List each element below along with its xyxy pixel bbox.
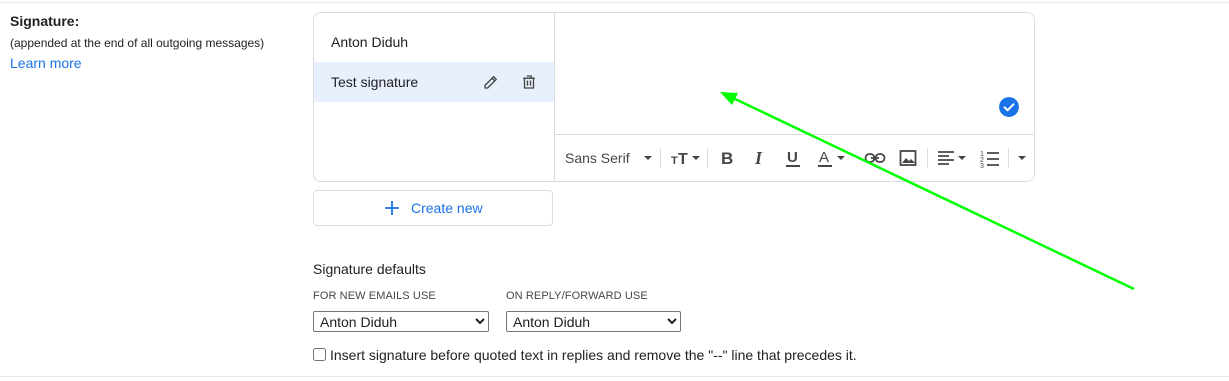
- reply-forward-label: ON REPLY/FORWARD USE: [506, 290, 648, 302]
- formatting-toolbar: Sans Serif T T B I U A 1 2 3: [555, 134, 1034, 181]
- toolbar-divider: [660, 148, 661, 168]
- font-select[interactable]: Sans Serif: [565, 147, 630, 169]
- svg-text:T: T: [678, 151, 688, 168]
- bold-icon[interactable]: B: [719, 147, 737, 169]
- text-color-icon[interactable]: A: [816, 147, 850, 169]
- create-new-label: Create new: [411, 200, 483, 216]
- insert-signature-checkbox[interactable]: [313, 348, 326, 361]
- more-options-icon[interactable]: [1015, 147, 1029, 169]
- svg-text:U: U: [787, 149, 798, 166]
- link-icon[interactable]: [864, 147, 886, 169]
- check-circle-icon: [999, 97, 1019, 117]
- svg-text:I: I: [754, 148, 763, 168]
- svg-text:A: A: [819, 149, 829, 166]
- underline-icon[interactable]: U: [784, 147, 802, 169]
- signature-section-title: Signature:: [10, 13, 80, 29]
- signature-section-subtitle: (appended at the end of all outgoing mes…: [10, 36, 265, 50]
- toolbar-divider: [707, 148, 708, 168]
- font-dropdown-icon[interactable]: [643, 147, 653, 169]
- create-new-button[interactable]: Create new: [313, 190, 553, 226]
- signature-defaults-title: Signature defaults: [313, 261, 426, 277]
- image-icon[interactable]: [898, 147, 918, 169]
- align-icon[interactable]: [936, 147, 970, 169]
- font-select-label: Sans Serif: [565, 150, 630, 166]
- svg-text:3: 3: [980, 163, 984, 169]
- svg-text:B: B: [721, 149, 733, 168]
- plus-icon: [385, 201, 399, 215]
- new-emails-signature-select[interactable]: Anton Diduh Test signature: [313, 311, 489, 332]
- toolbar-divider: [1008, 148, 1009, 168]
- signature-item-anton-diduh[interactable]: Anton Diduh: [314, 22, 554, 62]
- font-size-icon[interactable]: T T: [670, 147, 702, 169]
- delete-icon[interactable]: [520, 73, 538, 91]
- italic-icon[interactable]: I: [752, 147, 770, 169]
- svg-text:T: T: [671, 155, 678, 167]
- signature-item-test-signature[interactable]: Test signature: [314, 62, 554, 102]
- bottom-divider: [0, 376, 1229, 377]
- top-divider: [0, 2, 1229, 3]
- reply-forward-signature-select[interactable]: Anton Diduh Test signature: [506, 311, 681, 332]
- new-emails-label: FOR NEW EMAILS USE: [313, 290, 436, 302]
- edit-icon[interactable]: [482, 73, 500, 91]
- learn-more-link[interactable]: Learn more: [10, 55, 82, 71]
- signature-editor[interactable]: [555, 13, 1034, 133]
- signature-panel: Anton Diduh Test signature Sans Serif T …: [313, 12, 1035, 182]
- toolbar-divider: [927, 148, 928, 168]
- signature-item-label: Test signature: [331, 74, 419, 90]
- signature-item-label: Anton Diduh: [331, 34, 409, 50]
- numbered-list-icon[interactable]: 1 2 3: [980, 147, 1000, 169]
- signature-list: Anton Diduh Test signature: [314, 13, 555, 181]
- insert-signature-label: Insert signature before quoted text in r…: [330, 347, 857, 363]
